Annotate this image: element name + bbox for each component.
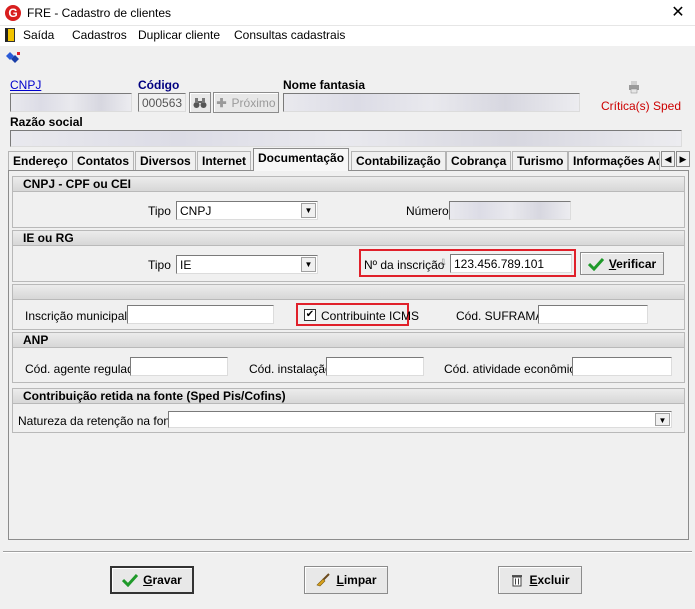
limpar-button-label: Limpar (336, 573, 377, 587)
verificar-button-label: Verificar (608, 256, 657, 271)
tab-contatos[interactable]: Contatos (72, 151, 134, 170)
ie-tipo-select[interactable]: IE ▼ (176, 255, 318, 274)
tab-informacoes-adicionais[interactable]: Informações Ad (568, 151, 660, 170)
tab-turismo[interactable]: Turismo (512, 151, 569, 170)
ie-tipo-value: IE (180, 258, 192, 272)
menu-duplicar-cliente[interactable]: Duplicar cliente (138, 28, 220, 42)
menu-cadastros[interactable]: Cadastros (72, 28, 127, 42)
excluir-button[interactable]: Excluir (498, 566, 582, 594)
trash-icon (512, 575, 523, 587)
app-logo-icon: G (5, 5, 21, 21)
ie-tipo-label: Tipo (148, 258, 171, 272)
inscricao-label: Nº da inscrição (364, 258, 445, 272)
search-binoculars-button[interactable] (189, 92, 211, 113)
nome-fantasia-label: Nome fantasia (283, 78, 366, 92)
limpar-button[interactable]: Limpar (304, 566, 388, 594)
inscricao-municipal-input[interactable] (127, 305, 274, 324)
cnpj-tipo-select[interactable]: CNPJ ▼ (176, 201, 318, 220)
exit-door-icon (5, 28, 15, 42)
inscricao-input[interactable]: 123.456.789.101 (450, 254, 572, 273)
tab-endereco[interactable]: Endereço (8, 151, 73, 170)
plus-icon: ✚ (216, 95, 227, 110)
binoculars-icon (193, 97, 207, 108)
sped-printer-icon[interactable] (627, 80, 641, 94)
proximo-button[interactable]: ✚ Próximo (213, 92, 279, 113)
cnpj-input[interactable] (10, 93, 132, 112)
menu-saida[interactable]: Saída (23, 28, 54, 42)
broom-icon (316, 573, 331, 587)
window-title: FRE - Cadastro de clientes (27, 6, 172, 20)
proximo-button-label: Próximo (231, 95, 276, 110)
retencao-section-header: Contribuição retida na fonte (Sped Pis/C… (12, 388, 685, 404)
chevron-down-icon[interactable]: ▼ (301, 257, 316, 272)
agente-regulado-input[interactable] (130, 357, 228, 376)
cnpj-tipo-label: Tipo (148, 204, 171, 218)
agente-regulado-label: Cód. agente regulado (25, 362, 141, 376)
atividade-economica-input[interactable] (572, 357, 672, 376)
arrow-down-icon: ⇩ (439, 258, 448, 269)
contribuinte-icms-label[interactable]: Contribuinte ICMS (321, 309, 419, 323)
tab-diversos[interactable]: Diversos (135, 151, 196, 170)
instalacao-label: Cód. instalação (249, 362, 332, 376)
numero-label: Número (406, 204, 449, 218)
misc-section-header (12, 284, 685, 300)
verificar-button[interactable]: Verificar (580, 252, 664, 275)
suframa-label: Cód. SUFRAMA (456, 309, 544, 323)
natureza-retencao-select[interactable]: ▼ (168, 411, 672, 428)
numero-input[interactable] (449, 201, 571, 220)
inscricao-municipal-label: Inscrição municipal (25, 309, 128, 323)
cnpj-section-box (12, 192, 685, 228)
codigo-input[interactable]: 000563 (138, 93, 186, 112)
excluir-button-label: Excluir (529, 573, 570, 587)
menu-consultas-cadastrais[interactable]: Consultas cadastrais (234, 28, 345, 42)
contribuinte-icms-checkbox[interactable]: ✔ (304, 309, 316, 321)
anp-section-header: ANP (12, 332, 685, 348)
chevron-down-icon[interactable]: ▼ (655, 413, 670, 426)
razao-social-input[interactable] (10, 130, 682, 147)
gravar-button[interactable]: Gravar (110, 566, 194, 594)
sped-criticas-link[interactable]: Crítica(s) Sped (601, 99, 681, 113)
ie-section-header: IE ou RG (12, 230, 685, 246)
tab-contabilizacao[interactable]: Contabilização (351, 151, 446, 170)
tab-scroll-right-button[interactable]: ▶ (676, 151, 690, 167)
cnpj-link-label[interactable]: CNPJ (10, 78, 41, 92)
chevron-down-icon[interactable]: ▼ (301, 203, 316, 218)
instalacao-input[interactable] (326, 357, 424, 376)
tab-documentacao[interactable]: Documentação (253, 148, 350, 171)
natureza-retencao-label: Natureza da retenção na fonte (18, 414, 181, 428)
atividade-economica-label: Cód. atividade econômica (444, 362, 583, 376)
cnpj-section-header: CNPJ - CPF ou CEI (12, 176, 685, 192)
sped-diamond-icon[interactable] (6, 52, 20, 64)
tab-cobranca[interactable]: Cobrança (446, 151, 512, 170)
tab-scroll-left-button[interactable]: ◀ (661, 151, 675, 167)
razao-social-label: Razão social (10, 115, 83, 129)
suframa-input[interactable] (538, 305, 648, 324)
codigo-label: Código (138, 78, 180, 92)
tab-internet[interactable]: Internet (197, 151, 252, 170)
nome-fantasia-input[interactable] (283, 93, 580, 112)
cnpj-tipo-value: CNPJ (180, 204, 212, 218)
footer-separator (3, 551, 692, 553)
check-icon (587, 257, 604, 271)
gravar-button-label: Gravar (143, 573, 182, 587)
close-window-button[interactable]: ✕ (668, 4, 688, 22)
check-icon (122, 573, 139, 587)
